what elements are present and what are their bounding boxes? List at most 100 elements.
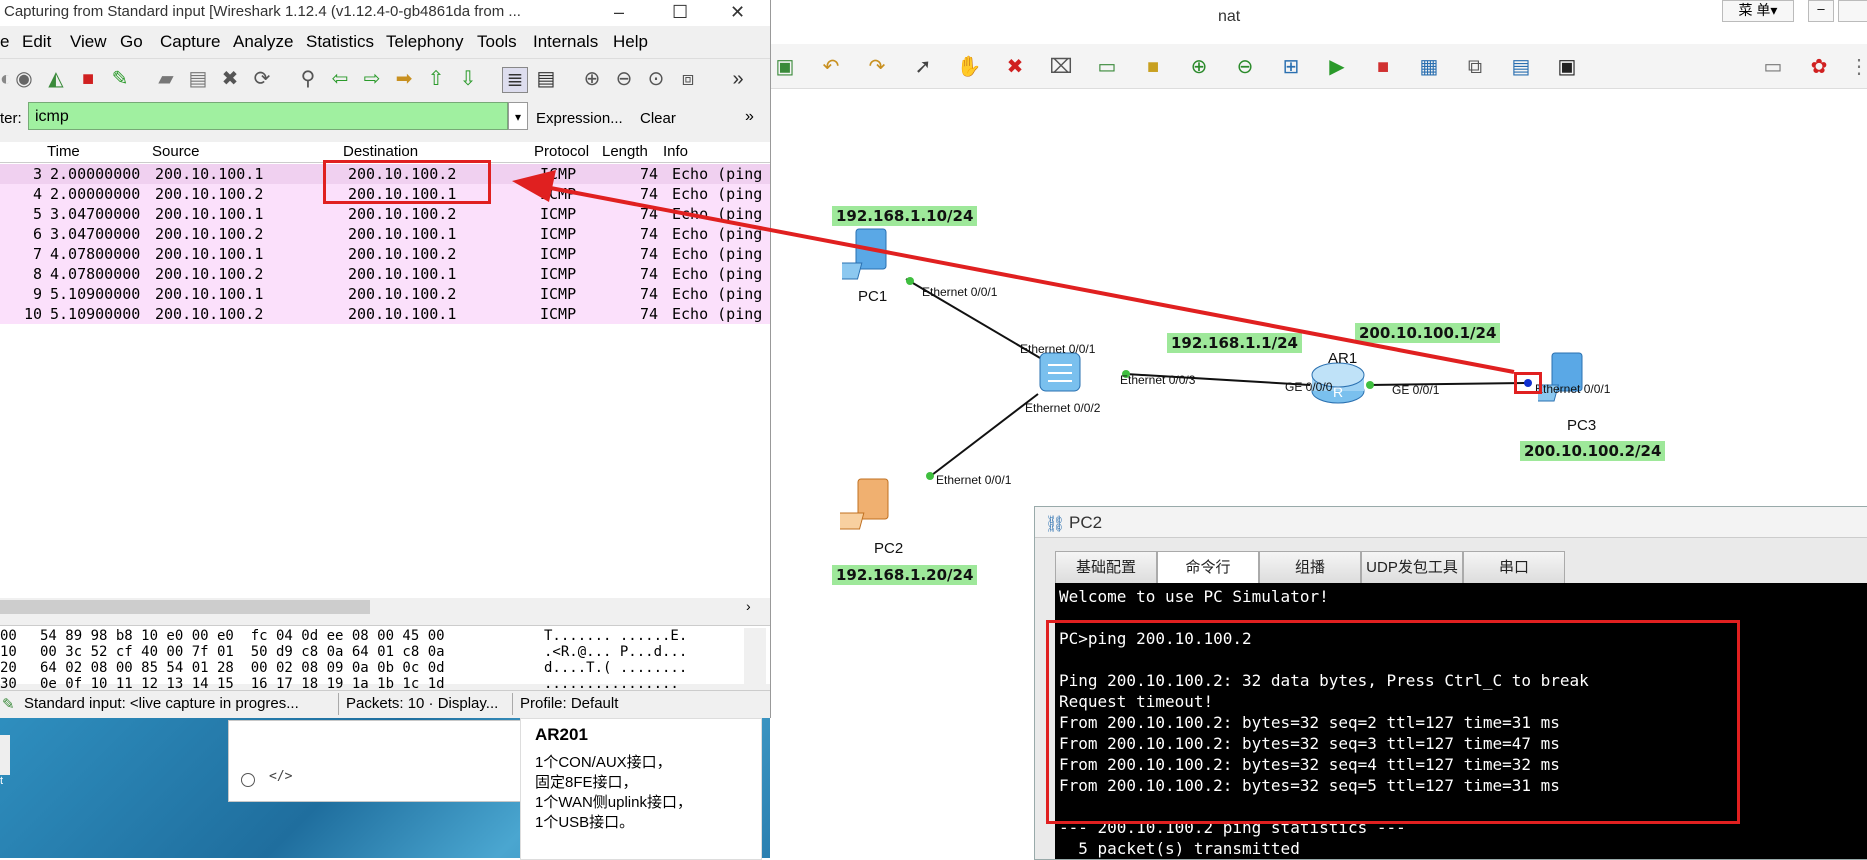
ensp-menu-button[interactable]: 菜 单▾ xyxy=(1722,0,1794,22)
packet-row[interactable]: 7 4.07800000 200.10.100.1 200.10.100.2 ICMP 7… xyxy=(0,244,770,264)
col-info[interactable]: Info xyxy=(663,143,688,160)
menu-internals[interactable]: Internals xyxy=(533,32,598,52)
back-icon[interactable]: ⇦ xyxy=(328,67,352,91)
undo-icon[interactable]: ↶ xyxy=(818,54,844,80)
filter-dropdown[interactable]: ▾ xyxy=(508,102,528,130)
redo-icon[interactable]: ↷ xyxy=(864,54,890,80)
delete-icon[interactable]: ✖ xyxy=(1002,54,1028,80)
packet-row[interactable]: 10 5.10900000 200.10.100.2 200.10.100.1 ICMP… xyxy=(0,304,770,324)
zoom-out-icon[interactable]: ⊖ xyxy=(1232,54,1258,80)
menu-edit[interactable]: Edit xyxy=(22,32,51,52)
pc2-device[interactable] xyxy=(832,475,904,533)
maximize-button[interactable] xyxy=(1838,0,1867,22)
menu-tools[interactable]: Tools xyxy=(477,32,517,52)
close-button[interactable]: ✕ xyxy=(730,2,745,23)
tab-basic-config[interactable]: 基础配置 xyxy=(1055,551,1157,584)
topology-icon[interactable]: ⧉ xyxy=(1462,54,1488,80)
status-divider xyxy=(338,693,339,715)
capture-status-icon[interactable]: ✎ xyxy=(2,695,15,713)
hand-icon[interactable]: ✋ xyxy=(956,54,982,80)
menu-statistics[interactable]: Statistics xyxy=(306,32,374,52)
stop-capture-icon[interactable]: ■ xyxy=(76,67,100,91)
svg-text:R: R xyxy=(1333,384,1343,400)
delete-link-icon[interactable]: ⌧ xyxy=(1048,54,1074,80)
packet-row[interactable]: 8 4.07800000 200.10.100.2 200.10.100.1 ICMP 7… xyxy=(0,264,770,284)
text-note-icon[interactable]: ▭ xyxy=(1094,54,1120,80)
colorize-icon[interactable]: ≣ xyxy=(502,67,528,93)
packet-list[interactable]: Time Source Destination Protocol Length … xyxy=(0,142,770,605)
packet-row[interactable]: 6 3.04700000 200.10.100.2 200.10.100.1 ICMP 7… xyxy=(0,224,770,244)
last-packet-icon[interactable]: ⇩ xyxy=(456,67,480,91)
col-source[interactable]: Source xyxy=(152,143,200,160)
col-destination[interactable]: Destination xyxy=(343,143,418,160)
pointer-icon[interactable]: ➚ xyxy=(910,54,936,80)
packet-cell-src: 200.10.100.1 xyxy=(155,205,264,223)
screen-icon[interactable]: ▣ xyxy=(1554,54,1580,80)
filter-more-icon[interactable]: » xyxy=(745,108,754,126)
chat-icon[interactable]: ▭ xyxy=(1760,54,1786,80)
first-packet-icon[interactable]: ⇧ xyxy=(424,67,448,91)
resize-columns-icon[interactable]: ⧈ xyxy=(676,67,700,91)
zoom-in-icon[interactable]: ⊕ xyxy=(580,67,604,91)
filter-input[interactable]: icmp xyxy=(28,102,508,130)
goto-packet-icon[interactable]: ➡ xyxy=(392,67,416,91)
expression-button[interactable]: Expression... xyxy=(536,110,623,127)
col-time[interactable]: Time xyxy=(47,143,80,160)
find-icon[interactable]: ⚲ xyxy=(296,67,320,91)
menu-capture[interactable]: Capture xyxy=(160,32,220,52)
maximize-button[interactable]: ☐ xyxy=(672,2,688,23)
capture-icon[interactable]: ▦ xyxy=(1416,54,1442,80)
pc1-label: PC1 xyxy=(858,288,888,305)
normal-size-icon[interactable]: ⊙ xyxy=(644,67,668,91)
menu-file[interactable]: e xyxy=(0,32,9,52)
packet-cell-src: 200.10.100.1 xyxy=(155,245,264,263)
start-icon[interactable]: ▶ xyxy=(1324,54,1350,80)
scrollbar-thumb[interactable] xyxy=(0,600,370,614)
open-file-icon[interactable]: ▰ xyxy=(154,67,178,91)
options-icon[interactable]: ◉ xyxy=(12,67,36,91)
col-length[interactable]: Length xyxy=(602,143,648,160)
more-icon[interactable]: ⋮ xyxy=(1846,54,1867,80)
menu-telephony[interactable]: Telephony xyxy=(386,32,464,52)
tab-command-line[interactable]: 命令行 xyxy=(1157,551,1259,584)
start-capture-icon[interactable]: ◭ xyxy=(44,67,68,91)
huawei-logo-icon[interactable]: ✿ xyxy=(1806,54,1832,80)
zoom-in-icon[interactable]: ⊕ xyxy=(1186,54,1212,80)
pc3-device[interactable] xyxy=(1529,349,1598,405)
horizontal-scrollbar[interactable]: › xyxy=(0,598,770,616)
tab-udp-tool[interactable]: UDP发包工具 xyxy=(1361,551,1463,584)
forward-icon[interactable]: ⇨ xyxy=(360,67,384,91)
desktop-icon[interactable] xyxy=(0,735,10,775)
pc1-device[interactable] xyxy=(832,225,902,283)
grid-icon[interactable]: ▤ xyxy=(1508,54,1534,80)
zoom-out-icon[interactable]: ⊖ xyxy=(612,67,636,91)
tab-serial[interactable]: 串口 xyxy=(1463,551,1565,584)
stop-icon[interactable]: ■ xyxy=(1370,54,1396,80)
scroll-right-icon[interactable]: › xyxy=(746,598,751,614)
close-file-icon[interactable]: ✖ xyxy=(218,67,242,91)
save-icon[interactable]: ▣ xyxy=(772,54,798,80)
rectangle-icon[interactable]: ■ xyxy=(1140,54,1166,80)
menu-help[interactable]: Help xyxy=(613,32,648,52)
packet-row[interactable]: 5 3.04700000 200.10.100.1 200.10.100.2 ICMP 7… xyxy=(0,204,770,224)
hex-scrollbar[interactable] xyxy=(744,628,766,684)
clear-button[interactable]: Clear xyxy=(640,110,676,127)
autoscroll-icon[interactable]: ▤ xyxy=(534,67,558,91)
tab-multicast[interactable]: 组播 xyxy=(1259,551,1361,584)
minimize-button[interactable]: – xyxy=(1808,0,1834,22)
circle-icon[interactable] xyxy=(241,773,255,787)
packet-row[interactable]: 9 5.10900000 200.10.100.1 200.10.100.2 ICMP 7… xyxy=(0,284,770,304)
minimize-button[interactable]: – xyxy=(614,2,624,23)
code-icon[interactable]: </> xyxy=(269,769,292,784)
toolbar-more-icon[interactable]: » xyxy=(726,67,750,91)
menu-go[interactable]: Go xyxy=(120,32,143,52)
packet-bytes-pane[interactable]: 00 54 89 98 b8 10 e0 00 e0 fc 04 0d ee 08… xyxy=(0,625,770,692)
reload-icon[interactable]: ⟳ xyxy=(250,67,274,91)
col-protocol[interactable]: Protocol xyxy=(534,143,589,160)
save-file-icon[interactable]: ▤ xyxy=(186,67,210,91)
restart-capture-icon[interactable]: ✎ xyxy=(108,67,132,91)
fit-view-icon[interactable]: ⊞ xyxy=(1278,54,1304,80)
status-profile[interactable]: Profile: Default xyxy=(520,695,618,712)
menu-analyze[interactable]: Analyze xyxy=(233,32,293,52)
menu-view[interactable]: View xyxy=(70,32,107,52)
